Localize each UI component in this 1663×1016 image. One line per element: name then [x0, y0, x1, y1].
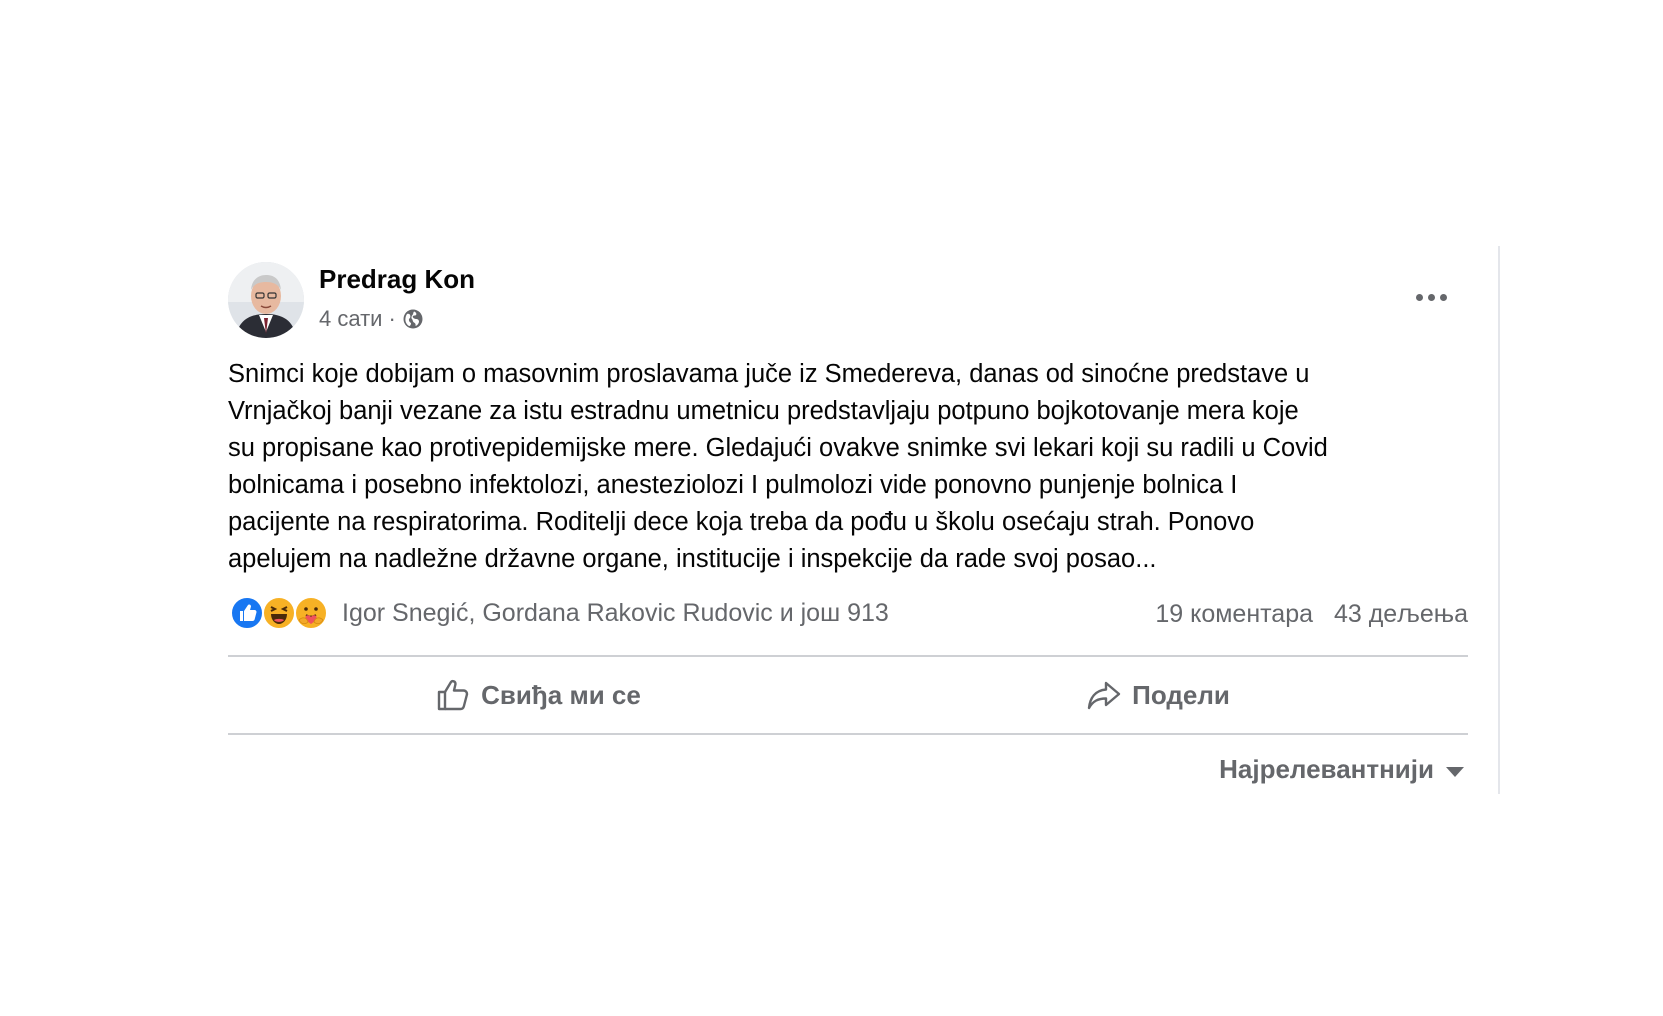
action-bar: Свиђа ми се Подели [228, 657, 1468, 733]
haha-reaction-icon[interactable] [262, 596, 296, 630]
engagement-counts: 19 коментара 43 дељења [1155, 600, 1468, 629]
post-card: Predrag Kon 4 сати · Snimci koje dobijam… [228, 246, 1468, 796]
meta-separator: · [388, 306, 396, 331]
divider [228, 733, 1468, 735]
post-body-line: bolnicama i posebno infektolozi, anestez… [228, 471, 1238, 499]
thumbs-up-icon [437, 679, 469, 711]
more-dot [1439, 293, 1447, 301]
author-name[interactable]: Predrag Kon [319, 264, 475, 295]
post-body: Snimci koje dobijam o masovnim proslavam… [228, 356, 1468, 578]
share-label: Подели [1132, 679, 1230, 710]
globe-icon[interactable] [402, 308, 424, 330]
sort-label: Најрелевантнији [1219, 754, 1434, 784]
reactors-text[interactable]: Igor Snegić, Gordana Rakovic Rudovic и ј… [342, 599, 889, 628]
reaction-icons[interactable] [230, 596, 328, 630]
post-body-line[interactable]: apelujem na nadležne državne organe, ins… [228, 541, 1468, 578]
like-label: Свиђа ми се [481, 679, 641, 710]
post-body-line: Snimci koje dobijam o masovnim proslavam… [228, 360, 1310, 388]
care-reaction-icon[interactable] [294, 596, 328, 630]
post-body-line: pacijente na respiratorima. Roditelji de… [228, 508, 1255, 536]
post-time[interactable]: 4 сати [319, 306, 382, 332]
post-meta: 4 сати · [319, 306, 424, 332]
author-avatar[interactable] [228, 262, 304, 338]
more-options-icon[interactable] [1408, 282, 1454, 312]
more-dot [1427, 293, 1435, 301]
reactions-summary[interactable]: Igor Snegić, Gordana Rakovic Rudovic и ј… [228, 596, 889, 630]
post-body-line: su propisane kao protivepidemijske mere.… [228, 434, 1328, 462]
share-button[interactable]: Подели [848, 657, 1468, 733]
like-button[interactable]: Свиђа ми се [228, 657, 848, 733]
shares-count[interactable]: 43 дељења [1334, 600, 1468, 628]
share-arrow-icon [1087, 681, 1121, 710]
post-body-line: Vrnjačkoj banji vezane za istu estradnu … [228, 397, 1299, 425]
scroll-edge [1498, 246, 1500, 794]
caret-down-icon [1446, 766, 1464, 777]
like-reaction-icon[interactable] [230, 596, 264, 630]
comment-sort-dropdown[interactable]: Најрелевантнији [1219, 754, 1464, 785]
comments-count[interactable]: 19 коментара [1155, 600, 1313, 628]
more-dot [1415, 293, 1423, 301]
